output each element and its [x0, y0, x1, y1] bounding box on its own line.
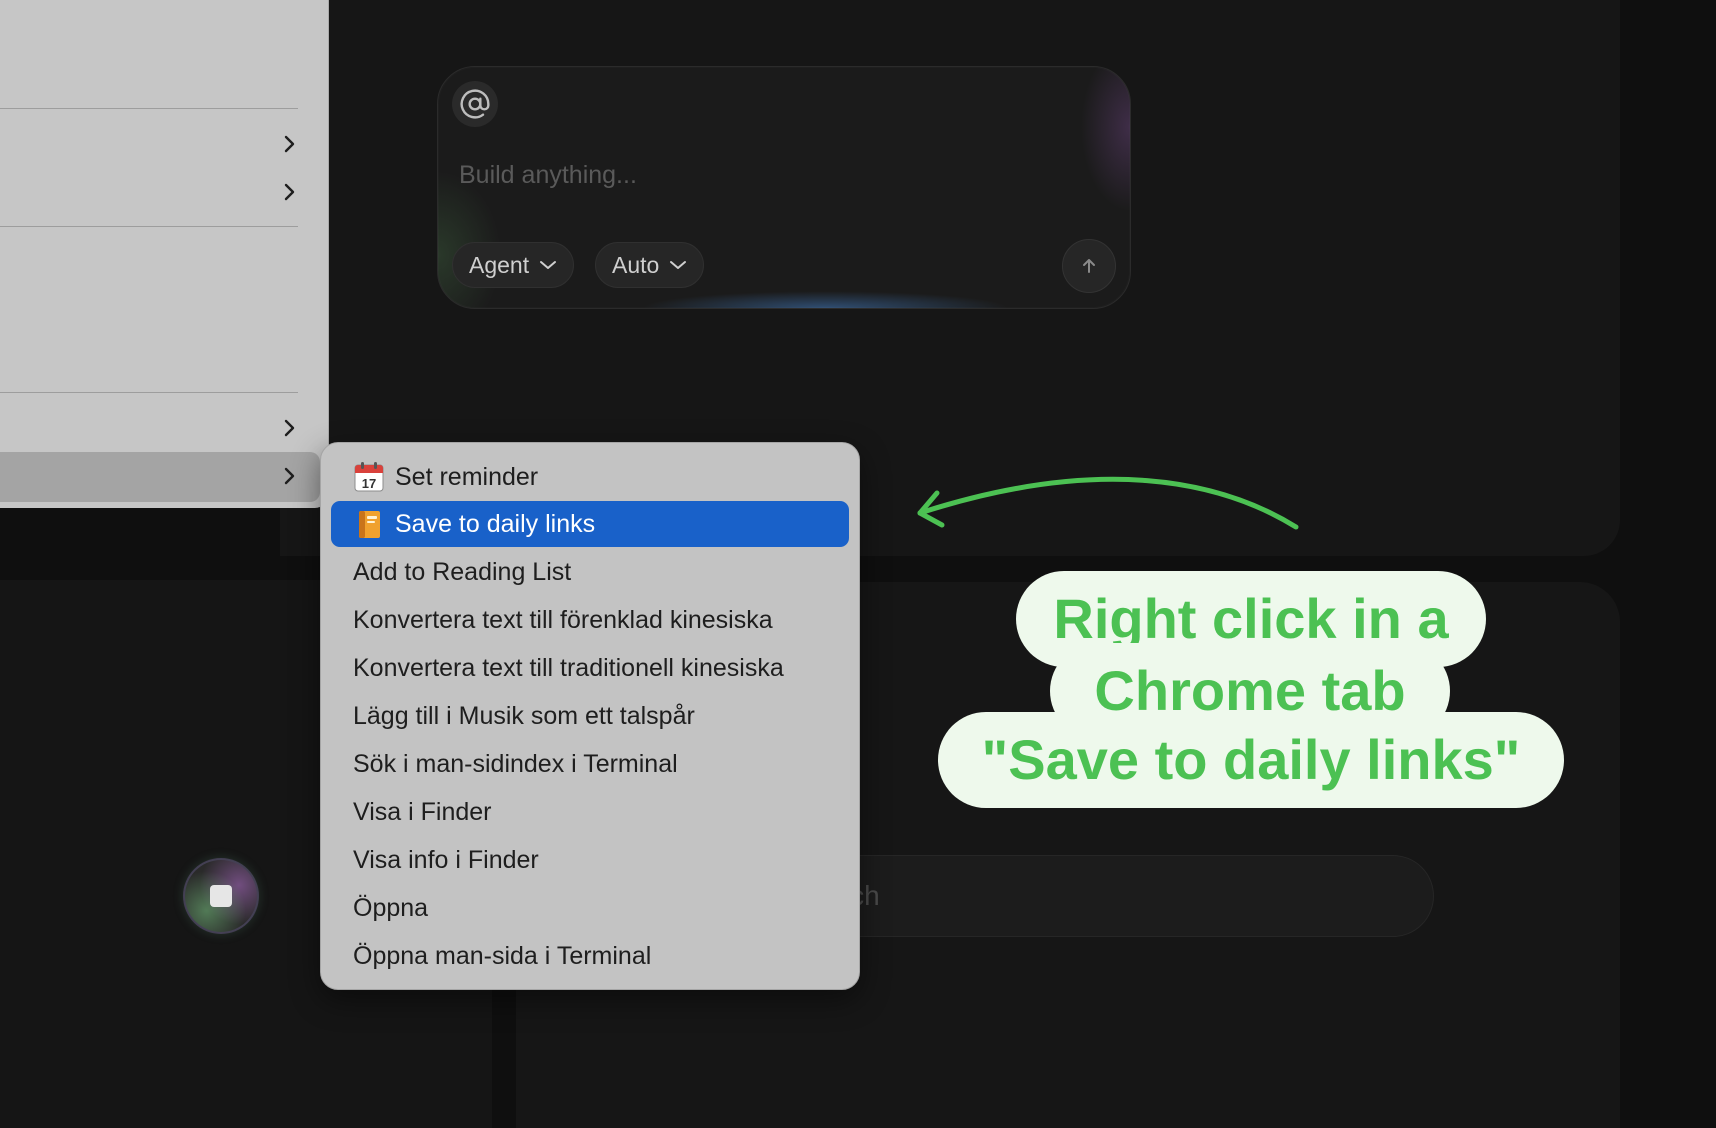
menu-item-label: Set reminder [395, 462, 539, 491]
at-sign-icon [460, 89, 490, 119]
menu-item-save-to-daily-links[interactable]: Save to daily links [331, 501, 849, 547]
menu-item-label: Visa info i Finder [353, 845, 539, 874]
annotation-arrow-icon [917, 476, 1299, 530]
menu-item-label: Öppna [353, 893, 429, 922]
menu-item-search-man-index[interactable]: Sök i man-sidindex i Terminal [331, 741, 849, 787]
menu-item-show-info-in-finder[interactable]: Visa info i Finder [331, 837, 849, 883]
menu-item-open[interactable]: Öppna [331, 885, 849, 931]
menu-separator [0, 108, 298, 109]
menu-item-show-in-finder[interactable]: Visa i Finder [331, 789, 849, 835]
mention-button[interactable] [452, 81, 498, 127]
menu-separator [0, 226, 298, 227]
annotation-line-3: "Save to daily links" [938, 712, 1564, 808]
menu-item-open-man-page[interactable]: Öppna man-sida i Terminal [331, 933, 849, 979]
menu-item-label: Visa i Finder [353, 797, 492, 826]
stop-button[interactable] [185, 860, 257, 932]
book-icon [359, 511, 380, 538]
composer-input[interactable]: Build anything... [459, 161, 637, 190]
menu-item-label: Save to daily links [395, 509, 596, 538]
menu-separator [0, 392, 298, 393]
mode-dropdown[interactable]: Agent [452, 242, 575, 288]
chevron-down-icon [670, 261, 687, 269]
chevron-right-icon[interactable] [278, 181, 300, 203]
chevron-right-icon [284, 467, 295, 485]
menu-item-set-reminder[interactable]: 17 Set reminder [331, 454, 849, 500]
menu-item-label: Lägg till i Musik som ett talspår [353, 701, 695, 730]
calendar-icon-day: 17 [362, 476, 376, 491]
model-dropdown[interactable]: Auto [595, 242, 705, 288]
parent-context-menu[interactable] [0, 0, 329, 508]
chevron-down-icon [540, 261, 557, 269]
menu-item-label: Öppna man-sida i Terminal [353, 941, 652, 970]
prompt-composer[interactable]: Build anything... Agent Auto [437, 66, 1131, 309]
send-button[interactable] [1062, 239, 1116, 293]
stop-icon [210, 885, 232, 907]
calendar-icon: 17 [354, 462, 384, 492]
menu-item-label: Sök i man-sidindex i Terminal [353, 749, 678, 778]
arrow-up-icon [1083, 259, 1095, 273]
menu-item-convert-simplified-chinese[interactable]: Konvertera text till förenklad kinesiska [331, 597, 849, 643]
chevron-right-icon[interactable] [278, 133, 300, 155]
mode-label: Agent [469, 251, 530, 278]
menu-item-label: Konvertera text till traditionell kinesi… [353, 653, 784, 682]
model-label: Auto [612, 251, 660, 278]
services-submenu[interactable]: 17 Set reminder Save to daily links Add … [320, 442, 860, 990]
menu-item-convert-traditional-chinese[interactable]: Konvertera text till traditionell kinesi… [331, 645, 849, 691]
menu-item-add-to-reading-list[interactable]: Add to Reading List [331, 549, 849, 595]
menu-item-label: Konvertera text till förenklad kinesiska [353, 605, 773, 634]
chevron-right-icon[interactable] [278, 417, 300, 439]
menu-item-label: Add to Reading List [353, 557, 572, 586]
menu-item-add-to-music-spoken-track[interactable]: Lägg till i Musik som ett talspår [331, 693, 849, 739]
parent-menu-item-services[interactable] [0, 452, 320, 502]
